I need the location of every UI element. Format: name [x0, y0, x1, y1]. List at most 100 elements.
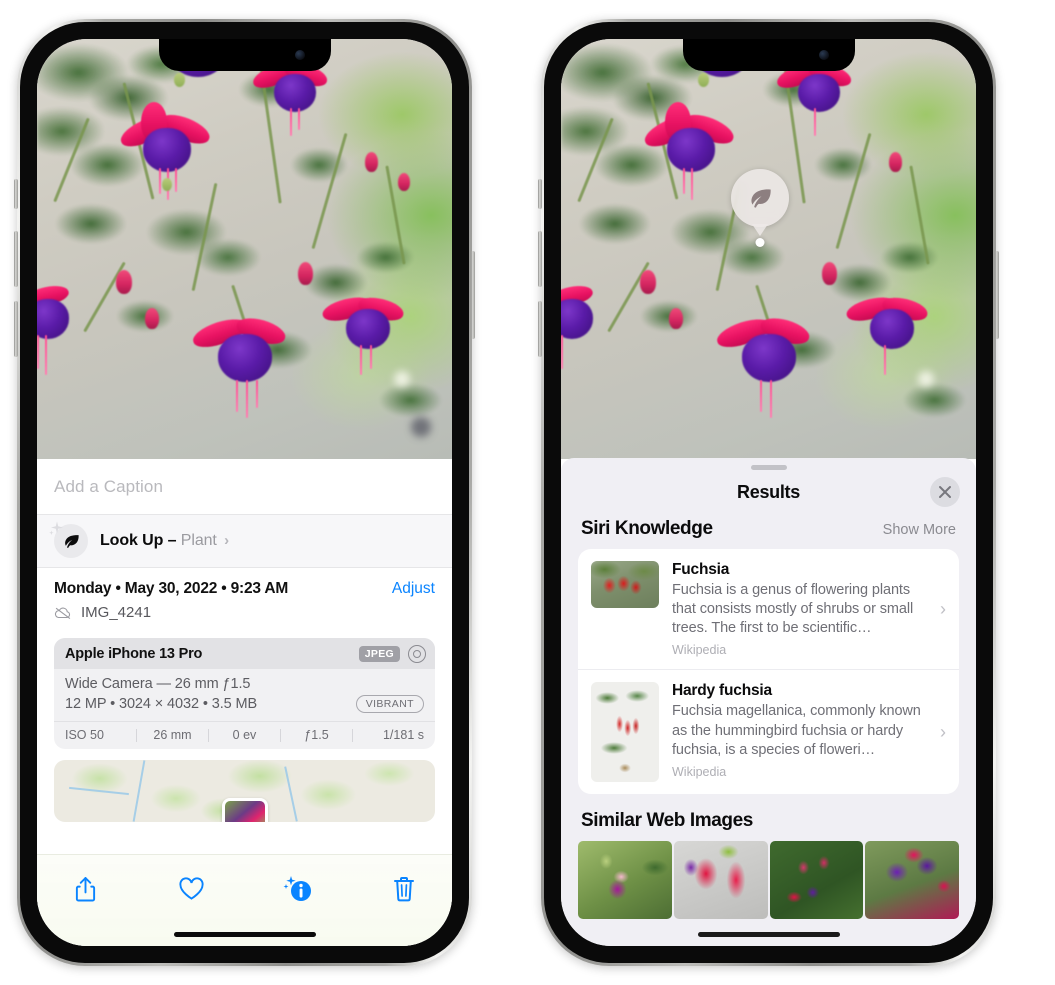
siri-knowledge-header: Siri Knowledge Show More	[561, 514, 976, 549]
info-button[interactable]	[276, 871, 320, 907]
front-camera	[294, 50, 305, 60]
photo-stems	[561, 39, 976, 459]
delete-button[interactable]	[382, 871, 426, 907]
chevron-right-icon: ›	[224, 532, 230, 549]
location-map[interactable]	[54, 760, 435, 822]
camera-specs: 12 MP • 3024 × 4032 • 3.5 MB	[65, 696, 258, 712]
silent-switch[interactable]	[14, 179, 18, 209]
knowledge-thumbnail	[591, 682, 659, 783]
home-indicator[interactable]	[173, 932, 316, 937]
photo-viewer[interactable]	[561, 39, 976, 459]
similar-web-images-title: Similar Web Images	[581, 810, 753, 832]
exif-shutter: 1/181 s	[382, 728, 424, 742]
bokeh	[917, 370, 934, 387]
similar-image-thumbnail[interactable]	[769, 841, 864, 920]
silent-switch[interactable]	[538, 179, 542, 209]
flower-bud	[173, 72, 185, 87]
similar-image-thumbnail[interactable]	[673, 841, 768, 920]
format-badge: JPEG	[358, 645, 400, 662]
flower-bud	[822, 261, 838, 285]
visual-lookup-leaf-badge[interactable]	[731, 169, 790, 248]
exif-iso: ISO 50	[65, 728, 104, 742]
exif-aperture: ƒ1.5	[304, 728, 329, 742]
photographic-style-badge: VIBRANT	[355, 695, 424, 713]
camera-specs-row: 12 MP • 3024 × 4032 • 3.5 MB VIBRANT	[65, 695, 424, 713]
photo-stems	[37, 39, 452, 459]
knowledge-title: Hardy fuchsia	[672, 682, 772, 700]
look-up-row[interactable]: Look Up – Plant ›	[37, 515, 452, 568]
look-up-label: Look Up – Plant ›	[100, 532, 229, 550]
home-indicator[interactable]	[697, 932, 840, 937]
exif-ev: 0 ev	[232, 728, 257, 742]
device-notch	[682, 39, 855, 71]
siri-knowledge-title: Siri Knowledge	[581, 518, 713, 539]
knowledge-result-row[interactable]: Hardy fuchsia Fuchsia magellanica, commo…	[578, 669, 959, 794]
knowledge-body: Fuchsia Fuchsia is a genus of flowering …	[672, 561, 925, 657]
share-button[interactable]	[63, 871, 107, 907]
metadata-file-row: IMG_4241	[54, 604, 435, 621]
photo-info-sheet: Add a Caption Look Up – Plant › Monday •…	[37, 459, 452, 946]
show-more-button[interactable]: Show More	[883, 522, 956, 538]
knowledge-source: Wikipedia	[672, 643, 727, 658]
flower-bud	[668, 307, 683, 329]
camera-info-card[interactable]: Apple iPhone 13 Pro JPEG Wide Camera — 2…	[54, 638, 435, 749]
knowledge-source: Wikipedia	[672, 764, 727, 779]
icloud-slash-icon	[54, 607, 71, 619]
chevron-right-icon: ›	[940, 598, 946, 619]
bokeh	[393, 370, 410, 387]
map-photo-thumbnail	[221, 798, 268, 822]
caption-placeholder: Add a Caption	[54, 476, 164, 496]
device-notch	[158, 39, 331, 71]
sparkle-icon	[49, 521, 63, 535]
iphone-left-device: Add a Caption Look Up – Plant › Monday •…	[14, 19, 475, 966]
knowledge-title: Fuchsia	[672, 561, 730, 578]
similar-image-thumbnail[interactable]	[578, 841, 672, 920]
similar-web-images-strip	[561, 841, 976, 920]
flower-bud	[697, 72, 709, 87]
power-button[interactable]	[471, 251, 475, 339]
exif-focal: 26 mm	[153, 728, 192, 742]
photo-metadata: Monday • May 30, 2022 • 9:23 AM Adjust I…	[37, 568, 452, 629]
volume-down-button[interactable]	[538, 301, 542, 357]
raw-aperture-icon	[408, 644, 426, 663]
photo-viewer[interactable]	[37, 39, 452, 459]
look-up-icon-wrap	[49, 521, 88, 558]
info-sparkle-icon	[283, 876, 311, 901]
volume-down-button[interactable]	[14, 301, 18, 357]
power-button[interactable]	[995, 251, 999, 339]
knowledge-thumbnail	[591, 561, 659, 608]
adjust-button[interactable]: Adjust	[392, 580, 435, 598]
knowledge-result-row[interactable]: Fuchsia Fuchsia is a genus of flowering …	[578, 549, 959, 669]
knowledge-description: Fuchsia is a genus of flowering plants t…	[672, 582, 914, 637]
exif-row: ISO 50 26 mm 0 ev ƒ1.5 1/181 s	[54, 721, 435, 749]
chevron-right-icon: ›	[940, 721, 946, 742]
flower-bud	[115, 270, 132, 294]
metadata-date-row: Monday • May 30, 2022 • 9:23 AM Adjust	[54, 580, 435, 598]
flower-bud	[639, 270, 656, 294]
lookup-anchor-dot	[755, 238, 765, 248]
flower-bud	[144, 307, 159, 329]
similar-image-thumbnail[interactable]	[865, 841, 959, 920]
look-up-title: Look Up –	[100, 532, 177, 549]
flower-bud	[398, 173, 411, 192]
device-bezel: Add a Caption Look Up – Plant › Monday •…	[20, 22, 469, 963]
flower-bud	[298, 261, 314, 285]
visual-lookup-results-sheet: Results Siri Knowledge Show More Fuchsia…	[561, 458, 976, 946]
close-button[interactable]	[930, 477, 960, 507]
iphone-right-device: Results Siri Knowledge Show More Fuchsia…	[538, 19, 999, 966]
favorite-button[interactable]	[169, 871, 213, 907]
flower-bud	[161, 177, 172, 191]
caption-field[interactable]: Add a Caption	[37, 459, 452, 515]
heart-icon	[179, 877, 204, 900]
flower-bud	[364, 152, 378, 173]
right-screen: Results Siri Knowledge Show More Fuchsia…	[561, 39, 976, 946]
share-icon	[75, 876, 95, 901]
trash-icon	[393, 877, 414, 902]
volume-up-button[interactable]	[14, 231, 18, 287]
flower-bud	[888, 152, 902, 173]
results-title: Results	[737, 481, 800, 502]
camera-model: Apple iPhone 13 Pro	[65, 645, 203, 662]
camera-lens: Wide Camera — 26 mm ƒ1.5	[65, 676, 251, 692]
volume-up-button[interactable]	[538, 231, 542, 287]
photo-date: Monday • May 30, 2022 • 9:23 AM	[54, 580, 289, 597]
